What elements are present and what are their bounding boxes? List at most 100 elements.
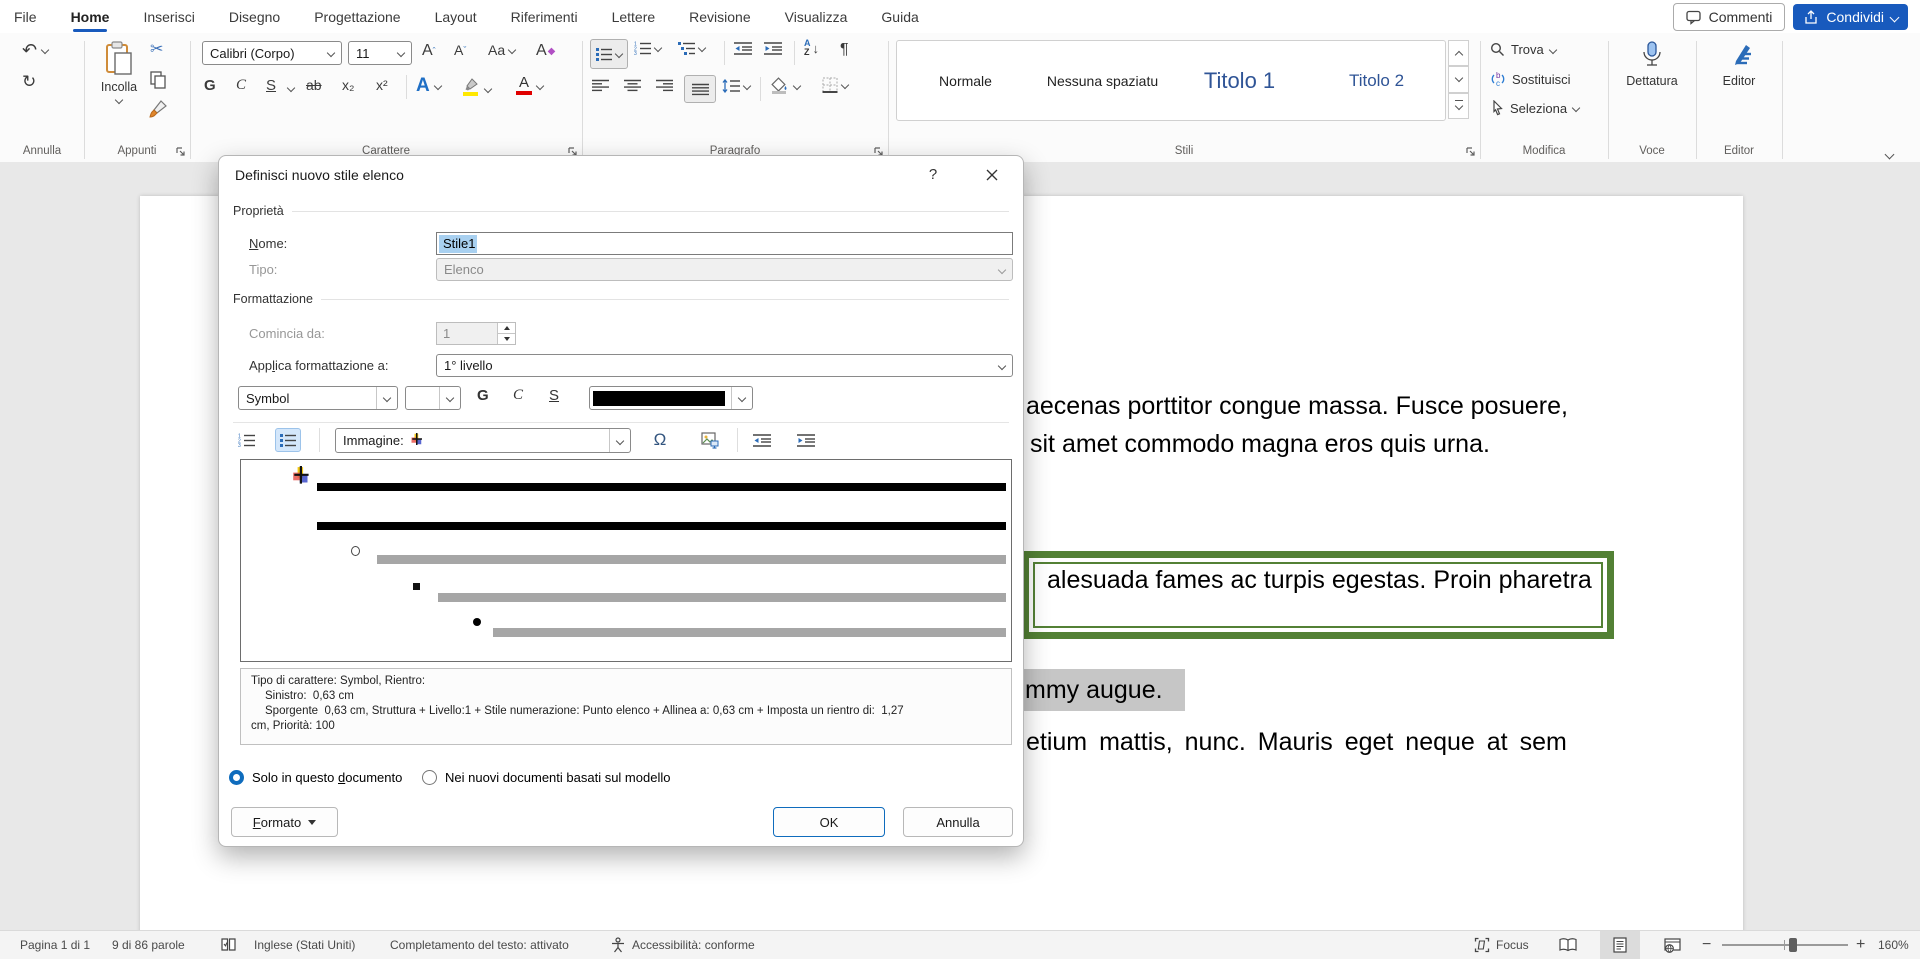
spinner-up-button[interactable] <box>498 323 515 334</box>
dialog-help-button[interactable]: ? <box>925 166 941 183</box>
increase-indent-button[interactable] <box>764 41 782 55</box>
line-spacing-button[interactable] <box>722 79 750 93</box>
web-layout-button[interactable] <box>1652 931 1692 959</box>
styles-more-button[interactable] <box>1448 93 1469 119</box>
green-box-text[interactable]: alesuada fames ac turpis egestas. Proin … <box>1047 566 1592 595</box>
redo-button[interactable]: ↻ <box>22 73 36 90</box>
styles-scroll-up-button[interactable] <box>1448 40 1469 66</box>
format-painter-button[interactable] <box>148 99 168 119</box>
cancel-button[interactable]: Annulla <box>903 807 1013 837</box>
font-name-combo[interactable]: Calibri (Corpo) <box>202 41 342 65</box>
symbol-insert-button[interactable]: Ω <box>647 428 673 452</box>
paste-chevron-icon[interactable] <box>115 96 123 104</box>
shrink-font-button[interactable]: Aˇ <box>454 42 466 58</box>
align-right-button[interactable] <box>656 79 673 92</box>
numbering-button[interactable]: 123 <box>634 41 661 55</box>
styles-scroll-down-button[interactable] <box>1448 66 1469 92</box>
only-this-document-radio[interactable]: Solo in questo documento <box>229 770 402 785</box>
bullet-color-combo[interactable] <box>589 386 753 410</box>
bold-button[interactable]: G <box>204 77 216 94</box>
superscript-button[interactable]: x² <box>376 77 388 93</box>
multilevel-list-button[interactable] <box>678 41 705 55</box>
text-prediction-indicator[interactable]: Completamento del testo: attivato <box>390 931 569 959</box>
word-count[interactable]: 9 di 86 parole <box>112 931 185 959</box>
find-button[interactable]: Trova <box>1490 42 1556 57</box>
style-nessuna-spaziatura[interactable]: Nessuna spaziatu <box>1034 73 1171 89</box>
dialog-decrease-indent-button[interactable] <box>749 428 775 452</box>
appunti-dialog-launcher[interactable] <box>175 146 186 157</box>
decrease-indent-button[interactable] <box>734 41 752 55</box>
underline-button[interactable]: S <box>266 77 276 94</box>
share-button[interactable]: Condividi <box>1793 4 1908 30</box>
pilcrow-button[interactable]: ¶ <box>840 41 849 59</box>
tab-progettazione[interactable]: Progettazione <box>314 9 400 25</box>
dialog-underline-button[interactable]: S <box>549 387 559 404</box>
shaded-text[interactable]: mmy augue. <box>1022 676 1163 705</box>
zoom-level[interactable]: 160% <box>1878 931 1909 959</box>
align-center-button[interactable] <box>624 79 641 92</box>
tab-lettere[interactable]: Lettere <box>612 9 656 25</box>
spinner-down-button[interactable] <box>498 334 515 344</box>
bullets-button[interactable] <box>590 39 628 69</box>
clear-formatting-button[interactable]: A◆ <box>536 42 555 60</box>
tab-riferimenti[interactable]: Riferimenti <box>511 9 578 25</box>
dialog-close-button[interactable] <box>981 164 1003 186</box>
sort-button[interactable]: AZ ↓ <box>804 39 819 57</box>
zoom-slider-track[interactable] <box>1722 944 1848 946</box>
shading-button[interactable] <box>770 77 800 95</box>
editor-button[interactable]: Editor <box>1714 41 1764 88</box>
picture-insert-button[interactable] <box>697 428 723 452</box>
borders-button[interactable] <box>822 77 848 93</box>
image-bullet-combo[interactable]: Immagine: <box>335 428 631 453</box>
italic-button[interactable]: C <box>236 77 246 94</box>
green-bordered-paragraph[interactable]: alesuada fames ac turpis egestas. Proin … <box>1022 551 1614 639</box>
strikethrough-button[interactable]: ab <box>306 77 322 93</box>
grow-font-button[interactable]: Aˆ <box>422 42 436 60</box>
accessibility-status[interactable]: Accessibilità: conforme <box>632 931 755 959</box>
tab-layout[interactable]: Layout <box>435 9 477 25</box>
shaded-text-block[interactable]: mmy augue. <box>1022 669 1185 711</box>
paste-button[interactable]: Incolla <box>94 41 144 103</box>
new-documents-radio[interactable]: Nei nuovi documenti basati sul modello <box>422 770 670 785</box>
align-left-button[interactable] <box>592 79 609 92</box>
collapse-ribbon-chevron-icon[interactable] <box>1885 150 1895 160</box>
print-layout-button[interactable] <box>1600 931 1640 959</box>
tab-guida[interactable]: Guida <box>881 9 918 25</box>
tab-disegno[interactable]: Disegno <box>229 9 280 25</box>
language-indicator[interactable]: Inglese (Stati Uniti) <box>254 931 355 959</box>
comments-button[interactable]: Commenti <box>1673 3 1786 31</box>
document-text-line-3[interactable]: etium mattis, nunc. Mauris eget neque at… <box>1026 728 1567 757</box>
tab-inserisci[interactable]: Inserisci <box>143 9 194 25</box>
document-text-line-1[interactable]: aecenas porttitor congue massa. Fusce po… <box>1026 392 1568 421</box>
text-effects-button[interactable]: A <box>416 75 441 97</box>
select-button[interactable]: Seleziona <box>1490 100 1579 116</box>
tab-visualizza[interactable]: Visualizza <box>785 9 848 25</box>
name-input[interactable]: Stile1 <box>436 232 1013 255</box>
tab-file[interactable]: File <box>14 9 37 25</box>
dialog-bold-button[interactable]: G <box>477 387 489 404</box>
style-titolo-2[interactable]: Titolo 2 <box>1308 71 1445 91</box>
zoom-out-button[interactable]: − <box>1702 931 1711 959</box>
subscript-button[interactable]: x₂ <box>342 77 354 93</box>
justify-button[interactable] <box>684 75 716 103</box>
bullet-size-combo[interactable] <box>405 386 461 410</box>
zoom-slider-thumb[interactable] <box>1789 938 1797 952</box>
dialog-italic-button[interactable]: C <box>513 387 523 404</box>
dialog-bullets-button[interactable] <box>275 428 301 452</box>
document-text-line-2[interactable]: sit amet commodo magna eros quis urna. <box>1030 430 1490 459</box>
bullet-font-combo[interactable]: Symbol <box>238 386 398 410</box>
zoom-in-button[interactable]: + <box>1856 931 1865 959</box>
page-indicator[interactable]: Pagina 1 di 1 <box>20 931 90 959</box>
proofing-icon[interactable] <box>220 931 237 959</box>
focus-toggle[interactable]: Focus <box>1474 931 1529 959</box>
font-color-button[interactable]: A <box>516 75 543 95</box>
undo-button[interactable]: ↶ <box>22 41 37 59</box>
tab-home[interactable]: Home <box>71 9 110 25</box>
undo-chevron-icon[interactable] <box>41 46 49 54</box>
underline-chevron-icon[interactable] <box>287 84 295 92</box>
stili-dialog-launcher[interactable] <box>1465 146 1476 157</box>
tab-revisione[interactable]: Revisione <box>689 9 750 25</box>
font-size-combo[interactable]: 11 <box>348 41 412 65</box>
ok-button[interactable]: OK <box>773 807 885 837</box>
highlight-button[interactable] <box>462 77 491 97</box>
